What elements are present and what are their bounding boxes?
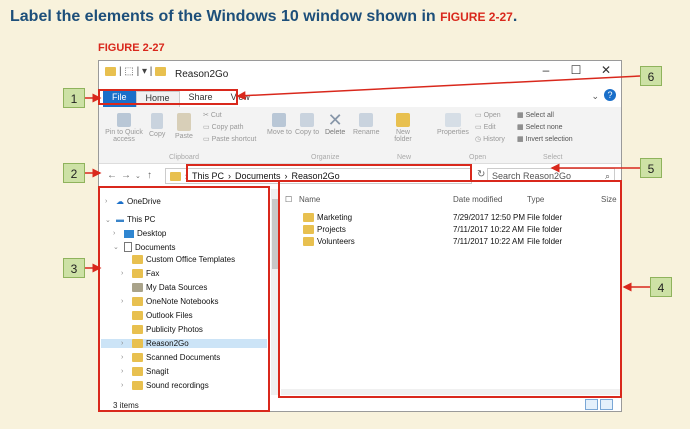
select-all-label: Select all [525,112,554,119]
instruction-period: . [512,8,518,25]
rename-icon [359,113,374,127]
highlight-ribbon-tabs [98,89,238,105]
copy-to-button[interactable]: Copy to [295,113,319,136]
copy-to-icon [300,113,315,127]
title-bar: | ⬚ | ▾ | Reason2Go – ☐ ✕ [99,61,621,87]
delete-icon: ✕ [327,110,343,130]
refresh-icon[interactable]: ↻ [477,169,485,180]
open-label: Open [483,112,501,119]
cut-button[interactable]: ✂ Cut [203,111,222,119]
copy-to-label: Copy to [295,129,320,136]
edit-button[interactable]: ▭ Edit [475,123,496,131]
chevron-down-icon[interactable]: ⌄ [591,91,599,102]
invert-selection-label: Invert selection [525,136,573,143]
folder-icon [105,67,116,76]
maximize-button[interactable]: ☐ [561,63,591,77]
properties-label: Properties [437,129,469,136]
copy-button[interactable]: Copy [149,113,165,138]
paste-icon [176,113,191,131]
edit-label: Edit [483,124,496,131]
forward-arrow-icon[interactable]: → [121,170,131,181]
group-clipboard: Clipboard [169,154,199,161]
large-icons-view-icon[interactable] [600,399,613,410]
history-label: History [483,136,505,143]
pin-button[interactable]: Pin to Quick access [105,113,143,143]
properties-button[interactable]: Properties [437,113,469,136]
figure-label: FIGURE 2-27 [98,42,165,54]
callout-3: 3 [63,258,85,278]
back-arrow-icon[interactable]: ← [107,170,117,181]
properties-icon [444,113,461,127]
copy-label: Copy [149,131,166,138]
quick-access-glyphs: | ⬚ | ▾ | [119,66,153,77]
quick-access-toolbar[interactable]: | ⬚ | ▾ | [105,66,167,77]
callout-2: 2 [63,163,85,183]
pin-icon [117,113,131,127]
window-controls: – ☐ ✕ [531,63,621,77]
view-buttons [585,399,613,410]
invert-selection-button[interactable]: ▦ Invert selection [517,135,573,143]
paste-shortcut-label: Paste shortcut [211,136,257,143]
paste-shortcut-button[interactable]: ▭ Paste shortcut [203,135,256,143]
close-button[interactable]: ✕ [591,63,621,77]
move-to-button[interactable]: Move to [267,113,292,136]
open-button[interactable]: ▭ Open [475,111,501,119]
up-arrow-icon[interactable]: ↑ [147,170,152,181]
ribbon: Pin to Quick access Copy Paste ✂ Cut ▭ C… [99,107,621,164]
move-to-label: Move to [267,129,292,136]
delete-button[interactable]: ✕ Delete [325,111,345,136]
move-icon [272,113,287,127]
pin-label: Pin to Quick access [105,129,143,143]
select-none-label: Select none [525,124,563,131]
copy-path-label: Copy path [211,124,244,131]
new-folder-icon [396,113,410,127]
group-open: Open [469,154,487,161]
paste-label: Paste [175,133,193,140]
cut-label: Cut [210,112,222,119]
paste-button[interactable]: Paste [175,113,193,140]
copy-path-button[interactable]: ▭ Copy path [203,123,243,131]
instruction-text: Label the elements of the Windows 10 win… [10,8,517,26]
folder-icon [170,171,181,181]
new-folder-button[interactable]: New folder [389,113,417,143]
select-none-button[interactable]: ▦ Select none [517,123,563,131]
group-select: Select [543,154,563,161]
highlight-file-list [278,180,622,398]
window-title: Reason2Go [175,69,229,80]
help-icon[interactable]: ? [604,89,616,101]
history-button[interactable]: ◷ History [475,135,505,143]
highlight-navigation-pane [98,186,270,412]
minimize-button[interactable]: – [531,63,561,77]
details-view-icon[interactable] [585,399,598,410]
group-new: New [397,154,412,161]
callout-5: 5 [640,158,662,178]
select-all-button[interactable]: ▦ Select all [517,111,554,119]
rename-button[interactable]: Rename [353,113,379,136]
group-organize: Organize [311,154,340,161]
chevron-down-icon[interactable]: ⌄ [135,172,141,180]
callout-6: 6 [640,66,662,86]
callout-4: 4 [650,277,672,297]
folder-icon [155,67,167,76]
copy-icon [151,113,164,129]
instruction-main: Label the elements of the Windows 10 win… [10,8,441,25]
instruction-figure-ref: FIGURE 2-27 [440,10,513,24]
new-folder-label: New folder [394,129,412,143]
delete-label: Delete [325,129,346,136]
callout-1: 1 [63,88,85,108]
rename-label: Rename [353,129,380,136]
